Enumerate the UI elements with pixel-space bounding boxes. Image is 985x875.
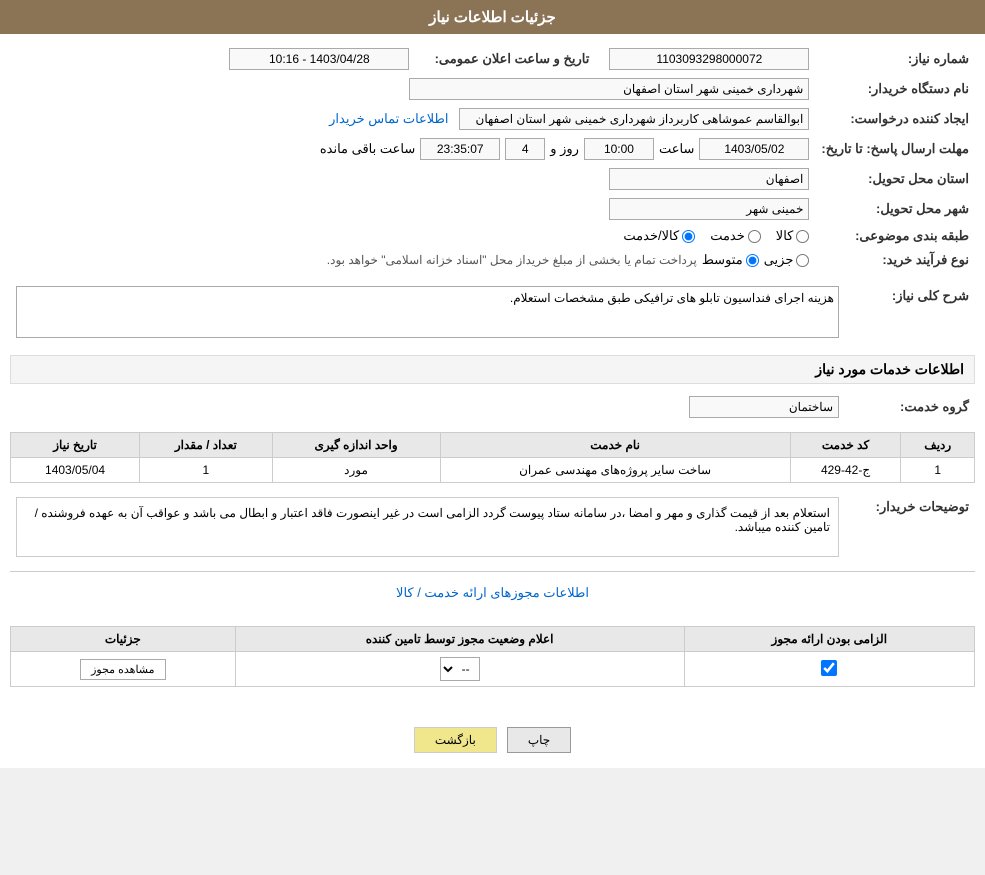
- category-radio-goods[interactable]: [796, 230, 809, 243]
- services-section-title: اطلاعات خدمات مورد نیاز: [10, 355, 975, 384]
- announce-date-input[interactable]: [229, 48, 409, 70]
- col-unit: واحد اندازه گیری: [272, 433, 440, 458]
- buyer-notes-text: استعلام بعد از قیمت گذاری و مهر و امضا ،…: [35, 506, 830, 534]
- creator-label: ایجاد کننده درخواست:: [815, 104, 975, 134]
- perm-required-checkbox[interactable]: [821, 660, 837, 676]
- service-group-table: گروه خدمت:: [10, 392, 975, 422]
- perm-col-details: جزئیات: [11, 627, 236, 652]
- process-radio-medium[interactable]: [746, 254, 759, 267]
- perm-row: -- مشاهده مجوز: [11, 652, 975, 687]
- announce-date-label: تاریخ و ساعت اعلان عمومی:: [415, 44, 595, 74]
- page-title: جزئیات اطلاعات نیاز: [429, 9, 556, 26]
- need-number-label: شماره نیاز:: [815, 44, 975, 74]
- response-days-input[interactable]: [505, 138, 545, 160]
- services-data-table: ردیف کد خدمت نام خدمت واحد اندازه گیری ت…: [10, 432, 975, 483]
- print-button[interactable]: چاپ: [507, 727, 571, 753]
- perm-col-announce: اعلام وضعیت مجوز توسط تامین کننده: [235, 627, 684, 652]
- response-date-input[interactable]: [699, 138, 809, 160]
- process-option-medium[interactable]: متوسط: [702, 252, 759, 268]
- contact-link[interactable]: اطلاعات تماس خریدار: [329, 111, 448, 126]
- category-option-service[interactable]: خدمت: [710, 228, 761, 244]
- process-note: پرداخت تمام یا بخشی از مبلغ خریداز محل "…: [327, 253, 697, 267]
- need-number-input[interactable]: [609, 48, 809, 70]
- remaining-time-input[interactable]: [420, 138, 500, 160]
- delivery-city-label: شهر محل تحویل:: [815, 194, 975, 224]
- buyer-notes-table: توضیحات خریدار: استعلام بعد از قیمت گذار…: [10, 493, 975, 561]
- perm-col-required: الزامی بودن ارائه مجوز: [684, 627, 974, 652]
- category-radio-both[interactable]: [682, 230, 695, 243]
- process-option-minor[interactable]: جزیی: [764, 252, 810, 268]
- response-time-label: ساعت: [659, 141, 694, 157]
- delivery-province-input[interactable]: [609, 168, 809, 190]
- category-label: طبقه بندی موضوعی:: [815, 224, 975, 248]
- response-deadline-label: مهلت ارسال پاسخ: تا تاریخ:: [815, 134, 975, 164]
- footer-buttons: بازگشت چاپ: [0, 712, 985, 768]
- category-radio-group: کالا خدمت کالا/خدمت: [16, 228, 809, 244]
- permissions-section-title: اطلاعات مجوزهای ارائه خدمت / کالا: [10, 580, 975, 606]
- cell-need-date: 1403/05/04: [11, 458, 140, 483]
- col-service-name: نام خدمت: [440, 433, 790, 458]
- description-table: شرح کلی نیاز: هزینه اجرای فنداسیون تابلو…: [10, 282, 975, 345]
- need-info-table: شماره نیاز: تاریخ و ساعت اعلان عمومی: نا…: [10, 44, 975, 272]
- response-time-input[interactable]: [584, 138, 654, 160]
- need-description-textarea[interactable]: هزینه اجرای فنداسیون تابلو های ترافیکی ط…: [16, 286, 839, 338]
- cell-row-num: 1: [901, 458, 975, 483]
- delivery-city-input[interactable]: [609, 198, 809, 220]
- perm-announce-select[interactable]: --: [440, 657, 480, 681]
- back-button[interactable]: بازگشت: [414, 727, 497, 753]
- category-option-both[interactable]: کالا/خدمت: [623, 228, 695, 244]
- delivery-province-label: استان محل تحویل:: [815, 164, 975, 194]
- col-quantity: تعداد / مقدار: [140, 433, 272, 458]
- response-days-label: روز و: [550, 141, 579, 157]
- process-type-label: نوع فرآیند خرید:: [815, 248, 975, 272]
- category-option-goods[interactable]: کالا: [776, 228, 810, 244]
- cell-unit: مورد: [272, 458, 440, 483]
- cell-quantity: 1: [140, 458, 272, 483]
- service-group-input[interactable]: [689, 396, 839, 418]
- creator-input[interactable]: [459, 108, 809, 130]
- process-minor-label: جزیی: [764, 252, 794, 268]
- buyer-org-label: نام دستگاه خریدار:: [815, 74, 975, 104]
- perm-announce-cell: --: [235, 652, 684, 687]
- service-group-label: گروه خدمت:: [845, 392, 975, 422]
- category-both-label: کالا/خدمت: [623, 228, 679, 244]
- buyer-org-input[interactable]: [409, 78, 809, 100]
- perm-details-cell: مشاهده مجوز: [11, 652, 236, 687]
- buyer-notes-content: استعلام بعد از قیمت گذاری و مهر و امضا ،…: [16, 497, 839, 557]
- process-medium-label: متوسط: [702, 252, 743, 268]
- category-goods-label: کالا: [776, 228, 794, 244]
- page-header: جزئیات اطلاعات نیاز: [0, 0, 985, 34]
- perm-required-cell: [684, 652, 974, 687]
- section-divider: [10, 571, 975, 572]
- table-row: 1 ج-42-429 ساخت سایر پروژه‌های مهندسی عم…: [11, 458, 975, 483]
- cell-service-code: ج-42-429: [790, 458, 901, 483]
- cell-service-name: ساخت سایر پروژه‌های مهندسی عمران: [440, 458, 790, 483]
- permissions-table: الزامی بودن ارائه مجوز اعلام وضعیت مجوز …: [10, 626, 975, 687]
- col-row-num: ردیف: [901, 433, 975, 458]
- col-service-code: کد خدمت: [790, 433, 901, 458]
- view-permit-label: مشاهده مجوز: [91, 664, 154, 676]
- need-description-section-label: شرح کلی نیاز:: [845, 282, 975, 345]
- buyer-notes-label: توضیحات خریدار:: [845, 493, 975, 561]
- col-need-date: تاریخ نیاز: [11, 433, 140, 458]
- process-radio-minor[interactable]: [796, 254, 809, 267]
- category-radio-service[interactable]: [748, 230, 761, 243]
- category-service-label: خدمت: [710, 228, 745, 244]
- remaining-time-label: ساعت باقی مانده: [320, 141, 415, 157]
- view-permit-button[interactable]: مشاهده مجوز: [80, 659, 165, 680]
